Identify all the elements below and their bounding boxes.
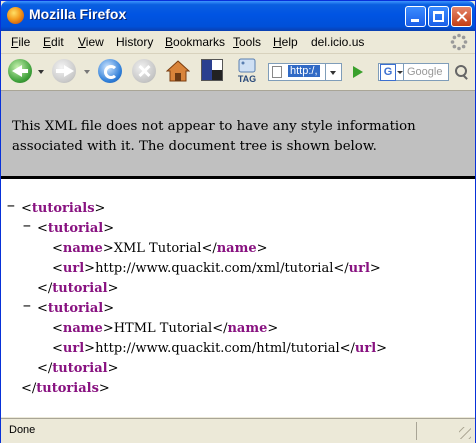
forward-arrow-icon[interactable]: [52, 59, 76, 83]
menu-delicious[interactable]: del.icio.us: [311, 35, 364, 49]
xml-document-tree: − <tutorials> − <tutorial> <name>XML Tut…: [1, 179, 475, 417]
xml-open-tag-tutorial: <tutorial>: [37, 301, 115, 316]
xml-info-text: This XML file does not appear to have an…: [12, 119, 416, 154]
page-icon: [272, 66, 282, 78]
tutorial-url-value: http://www.quackit.com/html/tutorial: [95, 341, 340, 356]
status-bar: Done: [1, 418, 475, 443]
xml-element-url: <url>http://www.quackit.com/xml/tutorial…: [52, 261, 381, 276]
google-g-icon: G: [380, 64, 396, 81]
tutorial-url-value: http://www.quackit.com/xml/tutorial: [95, 261, 334, 276]
go-button[interactable]: [347, 63, 367, 81]
xml-element-url: <url>http://www.quackit.com/html/tutoria…: [52, 341, 388, 356]
throbber-icon: [450, 33, 468, 51]
status-text: Done: [9, 424, 36, 436]
menu-bar: File Edit View History Bookmarks Tools H…: [1, 31, 475, 54]
menu-bookmarks[interactable]: Bookmarks: [165, 35, 225, 49]
tag-label: TAG: [237, 74, 257, 84]
browser-window: Mozilla Firefox File Edit View History B…: [0, 0, 476, 443]
collapse-toggle-tutorial-1[interactable]: −: [23, 219, 31, 234]
xml-element-name: <name>XML Tutorial</name>: [52, 241, 268, 256]
title-bar[interactable]: Mozilla Firefox: [1, 1, 475, 31]
collapse-toggle-tutorial-2[interactable]: −: [23, 299, 31, 314]
home-icon[interactable]: [166, 59, 190, 83]
stop-icon[interactable]: [132, 59, 156, 83]
bookmark-this-page-icon[interactable]: [201, 59, 223, 81]
tutorial-name-value: XML Tutorial: [113, 241, 202, 256]
xml-open-tag-tutorial: <tutorial>: [37, 221, 115, 236]
back-arrow-icon[interactable]: [8, 59, 32, 83]
menu-file[interactable]: File: [11, 35, 30, 49]
url-history-dropdown-icon[interactable]: [326, 63, 342, 81]
resize-grip-icon[interactable]: [459, 427, 471, 439]
tutorial-name-value: HTML Tutorial: [113, 321, 213, 336]
menu-edit[interactable]: Edit: [43, 35, 64, 49]
firefox-logo-icon: [7, 7, 24, 24]
tag-shape-icon: [238, 58, 256, 73]
menu-view[interactable]: View: [78, 35, 104, 49]
window-title: Mozilla Firefox: [29, 6, 127, 22]
xml-close-tag-tutorial: </tutorial>: [37, 361, 119, 376]
url-bar[interactable]: http:/,: [268, 63, 326, 81]
url-input[interactable]: http:/,: [288, 65, 320, 77]
status-separator: [416, 422, 417, 440]
maximize-button[interactable]: [428, 6, 449, 27]
collapse-toggle-tutorials[interactable]: −: [7, 199, 15, 214]
xml-element-name: <name>HTML Tutorial</name>: [52, 321, 279, 336]
menu-help[interactable]: Help: [273, 35, 298, 49]
xml-close-tag-tutorials: </tutorials>: [21, 381, 110, 396]
menu-history[interactable]: History: [116, 35, 153, 49]
search-input[interactable]: Google: [404, 63, 449, 81]
back-history-dropdown-icon[interactable]: [38, 70, 44, 74]
xml-open-tag-tutorials: <tutorials>: [21, 201, 106, 216]
tag-icon[interactable]: TAG: [234, 58, 260, 86]
reload-icon[interactable]: [98, 59, 122, 83]
minimize-button[interactable]: [405, 6, 426, 27]
forward-history-dropdown-icon[interactable]: [84, 70, 90, 74]
search-engine-selector[interactable]: G: [378, 63, 404, 81]
menu-tools[interactable]: Tools: [233, 35, 261, 49]
xml-info-banner: This XML file does not appear to have an…: [1, 91, 475, 179]
search-icon[interactable]: [453, 63, 471, 81]
xml-close-tag-tutorial: </tutorial>: [37, 281, 119, 296]
close-button[interactable]: [451, 6, 472, 27]
